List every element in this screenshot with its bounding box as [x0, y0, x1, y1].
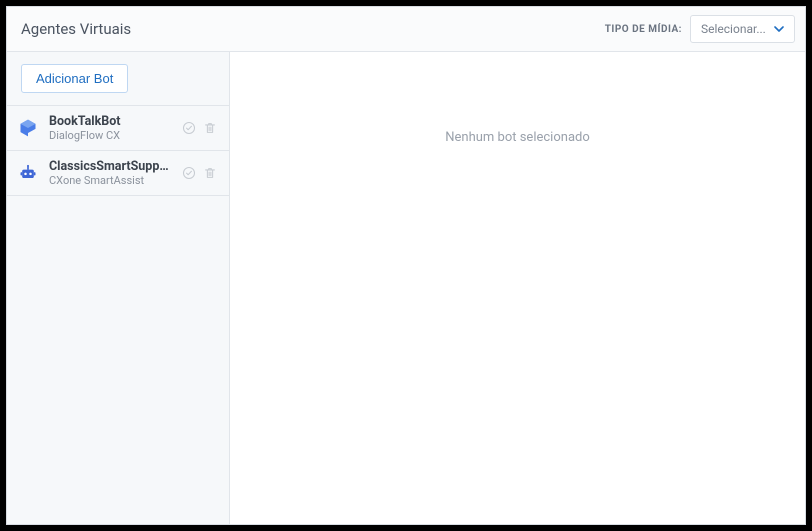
- add-bot-button[interactable]: Adicionar Bot: [21, 64, 128, 93]
- main-content: Nenhum bot selecionado: [230, 52, 805, 524]
- virtual-agents-window: Agentes Virtuais TIPO DE MÍDIA: Selecion…: [6, 6, 806, 525]
- bot-name: ClassicsSmartSuppo...: [49, 159, 171, 174]
- bot-item-text: BookTalkBot DialogFlow CX: [49, 114, 171, 142]
- body: Adicionar Bot BookTalkBot DialogFlow CX: [7, 52, 805, 524]
- chevron-down-icon: [774, 24, 784, 34]
- bot-item-actions: [181, 121, 217, 136]
- sidebar-header: Adicionar Bot: [7, 52, 229, 106]
- bot-item-text: ClassicsSmartSuppo... CXone SmartAssist: [49, 159, 171, 187]
- bot-provider: CXone SmartAssist: [49, 174, 171, 187]
- bot-item-actions: [181, 166, 217, 181]
- bot-name: BookTalkBot: [49, 114, 171, 129]
- bot-list-item[interactable]: ClassicsSmartSuppo... CXone SmartAssist: [7, 151, 229, 196]
- header-controls: TIPO DE MÍDIA: Selecionar...: [605, 15, 795, 43]
- media-type-value: Selecionar...: [701, 22, 766, 36]
- check-circle-icon[interactable]: [181, 121, 196, 136]
- bot-list: BookTalkBot DialogFlow CX: [7, 106, 229, 196]
- trash-icon[interactable]: [202, 121, 217, 136]
- empty-state-message: Nenhum bot selecionado: [445, 130, 590, 145]
- check-circle-icon[interactable]: [181, 166, 196, 181]
- sidebar: Adicionar Bot BookTalkBot DialogFlow CX: [7, 52, 230, 524]
- bot-provider: DialogFlow CX: [49, 129, 171, 142]
- page-title: Agentes Virtuais: [21, 20, 131, 38]
- media-type-select[interactable]: Selecionar...: [690, 15, 795, 43]
- robot-icon: [17, 162, 39, 184]
- header-bar: Agentes Virtuais TIPO DE MÍDIA: Selecion…: [7, 7, 805, 52]
- media-type-label: TIPO DE MÍDIA:: [605, 24, 682, 35]
- bot-list-item[interactable]: BookTalkBot DialogFlow CX: [7, 106, 229, 151]
- trash-icon[interactable]: [202, 166, 217, 181]
- dialogflow-icon: [17, 117, 39, 139]
